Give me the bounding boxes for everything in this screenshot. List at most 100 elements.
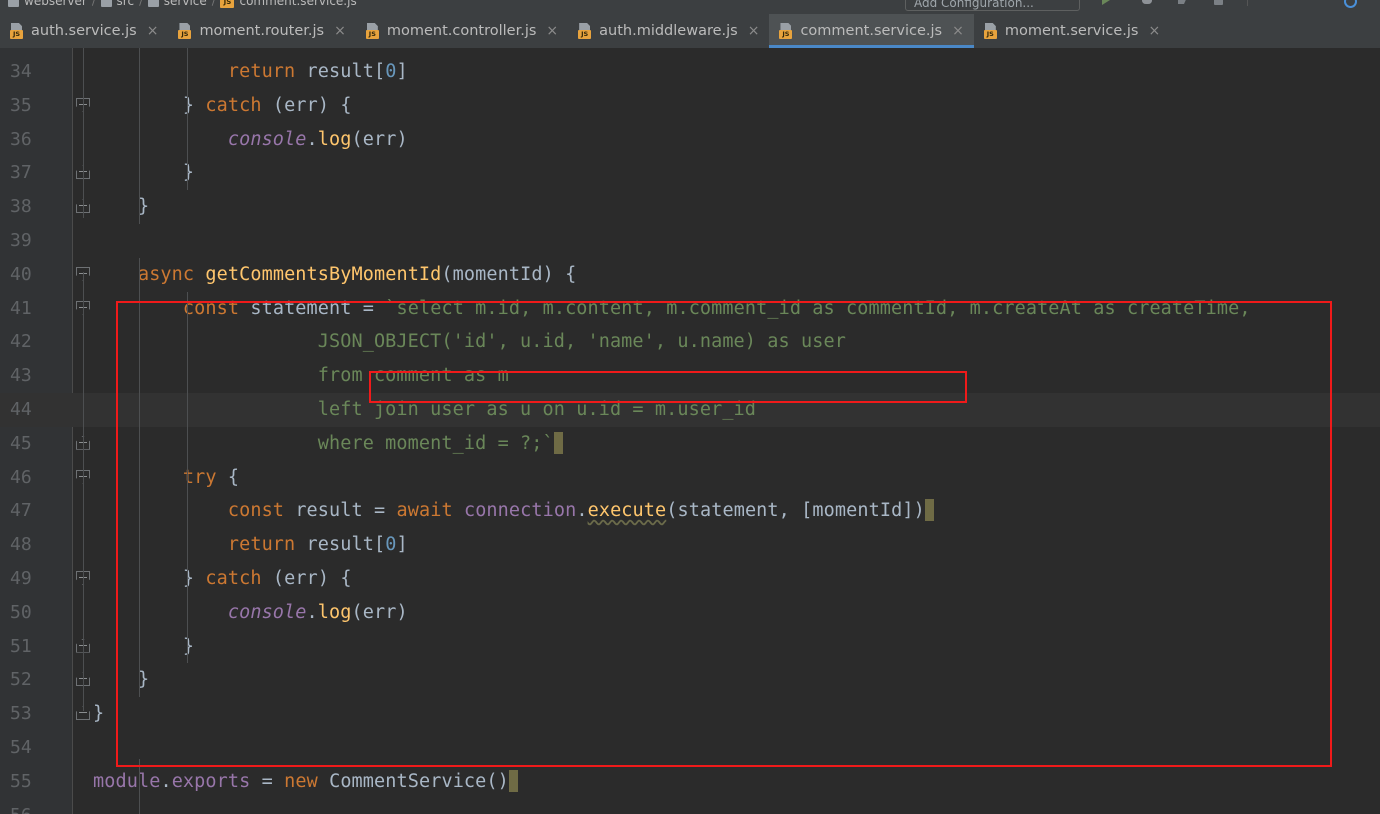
editor-line-54[interactable]: 54: [0, 731, 1380, 765]
editor-line-48[interactable]: 48 return result[0]: [0, 528, 1380, 562]
line-number: 42: [10, 331, 32, 353]
js-file-icon: JS: [220, 0, 235, 8]
line-number: 44: [10, 399, 32, 420]
breadcrumb-item-service[interactable]: service: [164, 0, 207, 8]
tab-label: moment.controller.js: [386, 23, 537, 39]
editor-line-44[interactable]: 44 left join user as u on u.id = m.user_…: [0, 393, 1380, 427]
js-file-icon: JS: [10, 23, 25, 39]
coverage-icon: [1178, 0, 1188, 4]
ide-window: webserver / src / service / JS comment.s…: [0, 0, 1380, 814]
tab-label: comment.service.js: [800, 23, 943, 39]
editor-line-37[interactable]: 37 }: [0, 156, 1380, 190]
editor-tab-auth-service-js[interactable]: JS auth.service.js ×: [0, 14, 168, 48]
close-icon[interactable]: ×: [951, 24, 965, 38]
stop-icon: [1214, 0, 1223, 5]
line-number: 48: [10, 534, 32, 556]
editor-line-34[interactable]: 34 return result[0]: [0, 55, 1380, 89]
line-number: 39: [10, 230, 32, 251]
editor-line-47[interactable]: 47 const result = await connection.execu…: [0, 494, 1380, 528]
editor-line-35[interactable]: 35 } catch (err) {: [0, 89, 1380, 123]
code-editor[interactable]: 34 return result[0] 35 } catch (err) {36 …: [0, 48, 1380, 814]
editor-line-50[interactable]: 50 console.log(err): [0, 596, 1380, 630]
editor-tab-moment-service-js[interactable]: JS moment.service.js ×: [974, 14, 1170, 48]
close-icon[interactable]: ×: [1148, 24, 1162, 38]
breadcrumb-separator: /: [91, 0, 96, 8]
code-text: module.exports = new CommentService(): [93, 765, 518, 799]
breadcrumb: webserver / src / service / JS comment.s…: [8, 0, 357, 8]
editor-line-53[interactable]: 53}: [0, 697, 1380, 731]
line-number: 34: [10, 61, 32, 82]
code-text: return result[0]: [227, 61, 408, 82]
line-number: 41: [10, 297, 32, 319]
close-icon[interactable]: ×: [146, 24, 160, 38]
tab-label: auth.service.js: [31, 23, 137, 39]
code-text: from comment as m: [93, 365, 509, 387]
editor-line-46[interactable]: 46 try {: [0, 461, 1380, 495]
indent-guide: [139, 758, 140, 814]
editor-line-56[interactable]: 56: [0, 799, 1380, 814]
coverage-button[interactable]: [1178, 0, 1194, 6]
play-icon: [1102, 0, 1110, 5]
line-number: 38: [10, 196, 32, 218]
js-file-icon: JS: [779, 23, 794, 39]
editor-line-40[interactable]: 40 async getCommentsByMomentId(momentId)…: [0, 258, 1380, 292]
run-configuration-selector[interactable]: Add Configuration...: [905, 0, 1080, 11]
code-text: }: [93, 703, 105, 725]
editor-line-52[interactable]: 52 }: [0, 663, 1380, 697]
close-icon[interactable]: ×: [545, 24, 559, 38]
breadcrumb-item-file[interactable]: comment.service.js: [239, 0, 356, 8]
line-number: 52: [10, 669, 32, 691]
tab-label: moment.service.js: [1004, 23, 1139, 39]
code-text: }: [182, 162, 195, 184]
run-button[interactable]: [1102, 0, 1118, 6]
line-number: 54: [10, 737, 32, 758]
stop-button[interactable]: [1214, 0, 1230, 6]
breadcrumb-item-project[interactable]: webserver: [24, 0, 87, 8]
editor-line-39[interactable]: 39: [0, 224, 1380, 258]
fold-rail: [83, 48, 84, 219]
close-icon[interactable]: ×: [333, 24, 347, 38]
editor-line-41[interactable]: 41 const statement = `select m.id, m.con…: [0, 292, 1380, 326]
code-text: left join user as u on u.id = m.user_id: [93, 399, 757, 420]
editor-line-36[interactable]: 36 console.log(err): [0, 123, 1380, 157]
close-icon[interactable]: ×: [747, 24, 761, 38]
editor-tab-bar: JS auth.service.js × JS moment.router.js × JS m…: [0, 14, 1380, 49]
breadcrumb-item-src[interactable]: src: [117, 0, 135, 8]
editor-tab-comment-service-js[interactable]: JS comment.service.js ×: [769, 14, 975, 48]
line-number: 35: [10, 94, 32, 116]
code-text: }: [137, 196, 150, 218]
line-number: 56: [0, 799, 50, 814]
breadcrumb-separator: /: [211, 0, 216, 8]
code-text: console.log(err): [227, 601, 408, 623]
editor-line-42[interactable]: 42 JSON_OBJECT('id', u.id, 'name', u.nam…: [0, 325, 1380, 359]
code-text: where moment_id = ?;`: [93, 427, 563, 461]
code-text: console.log(err): [227, 128, 408, 150]
js-file-icon: JS: [365, 23, 381, 39]
folder-icon: [8, 0, 19, 7]
editor-tab-moment-router-js[interactable]: JS moment.router.js ×: [168, 14, 355, 48]
editor-line-43[interactable]: 43 from comment as m: [0, 359, 1380, 393]
code-text: } catch (err) {: [182, 568, 352, 589]
line-number: 50: [10, 601, 32, 623]
editor-line-38[interactable]: 38 }: [0, 190, 1380, 224]
line-number: 53: [10, 703, 32, 725]
editor-tab-moment-controller-js[interactable]: JS moment.controller.js ×: [356, 14, 568, 48]
editor-line-51[interactable]: 51 }: [0, 630, 1380, 664]
debug-button[interactable]: [1142, 0, 1158, 6]
code-text: JSON_OBJECT('id', u.id, 'name', u.name) …: [93, 331, 846, 353]
line-number: 40: [10, 263, 32, 285]
bug-icon: [1142, 0, 1152, 4]
search-everywhere-button[interactable]: [1344, 0, 1360, 8]
code-text: }: [137, 669, 150, 691]
editor-line-49[interactable]: 49 } catch (err) {: [0, 562, 1380, 596]
editor-line-55[interactable]: 55 module.exports = new CommentService(): [0, 765, 1380, 799]
editor-line-45[interactable]: 45 where moment_id = ?;`: [0, 427, 1380, 461]
line-number: 36: [10, 128, 32, 150]
editor-tab-auth-middleware-js[interactable]: JS auth.middleware.js ×: [568, 14, 769, 48]
line-number: 37: [10, 162, 32, 184]
js-file-icon: JS: [983, 23, 999, 39]
line-number: 51: [10, 635, 32, 657]
line-number: 49: [10, 568, 32, 589]
js-file-icon: JS: [178, 23, 193, 39]
code-text: async getCommentsByMomentId(momentId) {: [137, 263, 577, 285]
